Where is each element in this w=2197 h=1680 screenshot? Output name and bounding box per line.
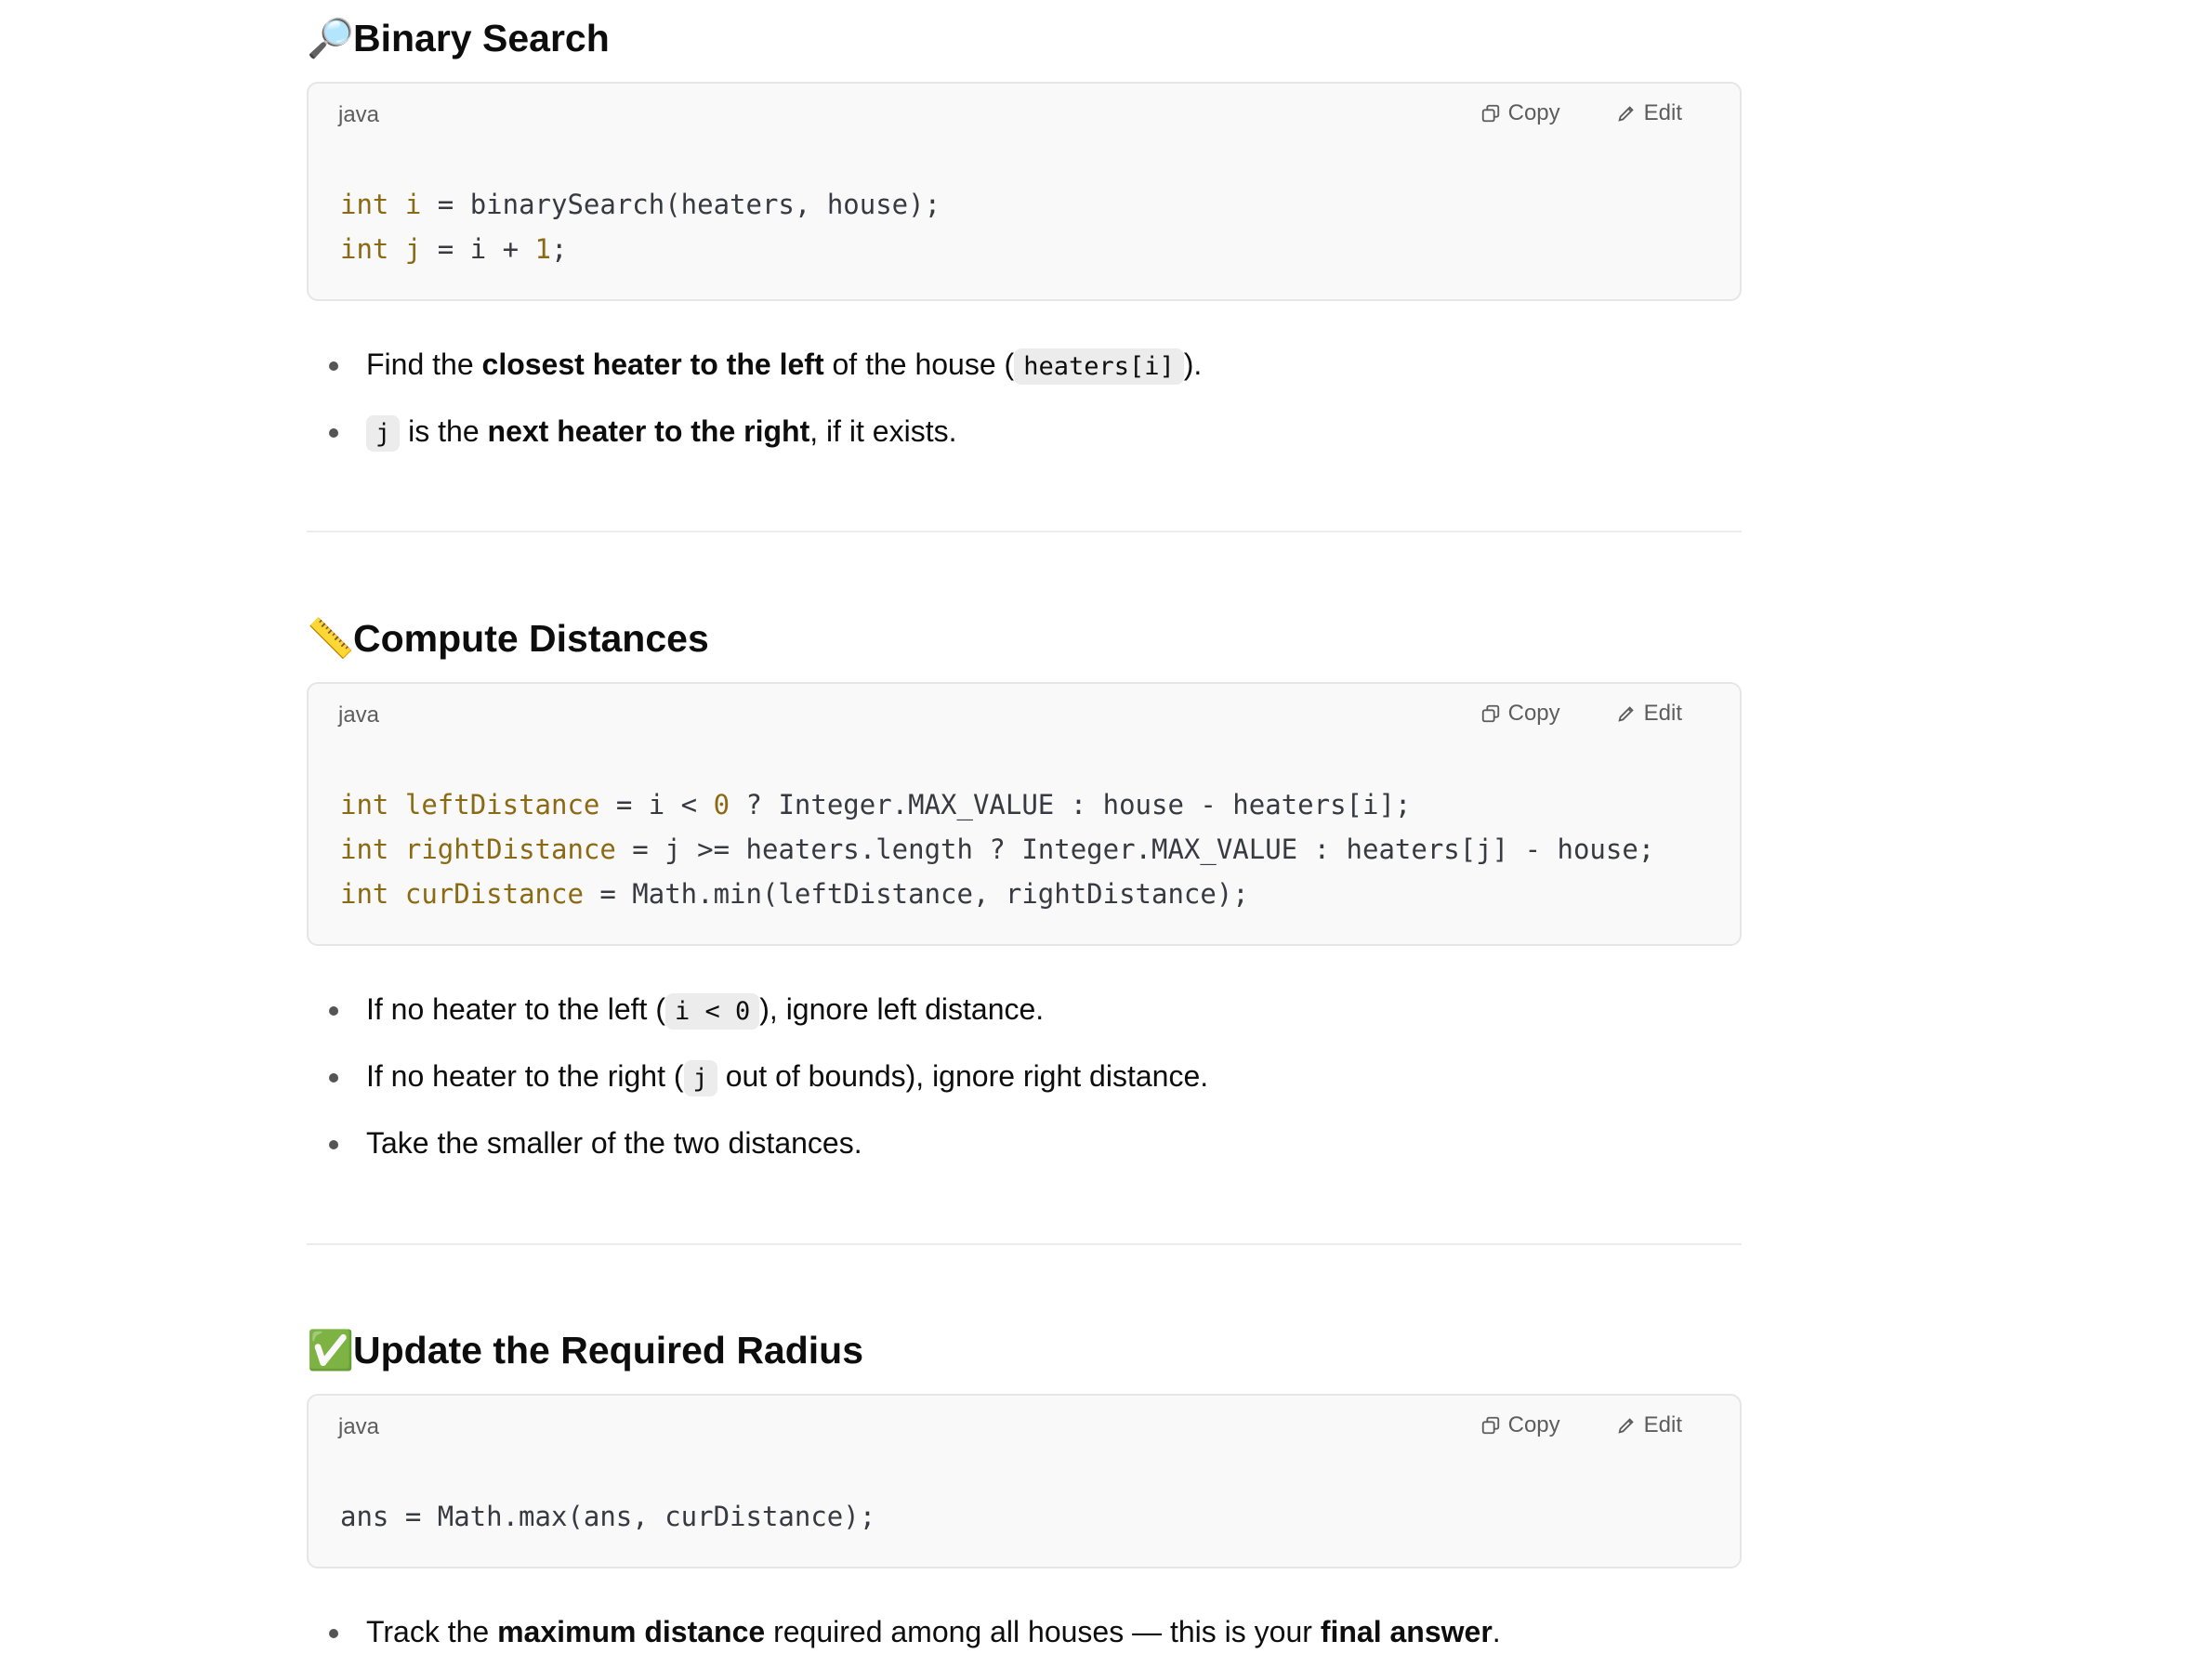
ruler-icon: 📏 [307, 617, 355, 660]
edit-label: Edit [1643, 1412, 1682, 1437]
code-content: int i = binarySearch(heaters, house); int… [340, 182, 941, 271]
copy-icon [1481, 104, 1499, 123]
check-mark-icon: ✅ [307, 1329, 355, 1372]
bullet-list: If no heater to the left (i < 0), ignore… [307, 991, 1208, 1191]
code-block: java Copy Edit int leftDistance = i < 0 … [307, 682, 1742, 946]
code-line: ans = Math.max(ans, curDistance); [340, 1501, 876, 1532]
bullet-list: Track the maximum distance required amon… [307, 1613, 1501, 1680]
copy-button[interactable]: Copy [1480, 100, 1560, 126]
bold-text: maximum distance [497, 1615, 766, 1648]
heading-text: Compute Distances [353, 617, 709, 660]
bold-text: final answer [1320, 1615, 1493, 1648]
list-item: If no heater to the left (i < 0), ignore… [307, 991, 1208, 1057]
section-heading: 🔎Binary Search [307, 15, 610, 61]
edit-label: Edit [1643, 701, 1682, 726]
list-item: Find the closest heater to the left of t… [307, 346, 1202, 413]
code-language-label: java [338, 1414, 380, 1439]
code-line: int i = binarySearch(heaters, house); [340, 189, 941, 220]
section-divider [307, 531, 1742, 532]
inline-code: j [683, 1060, 717, 1096]
inline-code: i < 0 [664, 993, 760, 1030]
bold-text: next heater to the right [487, 414, 810, 448]
pencil-icon [1618, 1418, 1634, 1434]
pencil-icon [1618, 706, 1634, 722]
code-language-label: java [338, 702, 380, 728]
edit-button[interactable]: Edit [1616, 1412, 1682, 1438]
code-block: java Copy Edit int i = binarySearch(heat… [307, 82, 1742, 301]
edit-button[interactable]: Edit [1616, 701, 1682, 727]
code-content: ans = Math.max(ans, curDistance); [340, 1494, 875, 1539]
list-item: Take the smaller of the two distances. [307, 1124, 1208, 1191]
code-block: java Copy Edit ans = Math.max(ans, curDi… [307, 1394, 1742, 1568]
section-heading: 📏Compute Distances [307, 615, 709, 662]
heading-text: Update the Required Radius [353, 1329, 864, 1372]
magnifier-icon: 🔎 [307, 17, 355, 59]
bullet-list: Find the closest heater to the left of t… [307, 346, 1202, 479]
copy-button[interactable]: Copy [1480, 701, 1560, 727]
heading-text: Binary Search [353, 17, 610, 59]
section-heading: ✅Update the Required Radius [307, 1327, 863, 1373]
edit-button[interactable]: Edit [1616, 100, 1682, 126]
copy-icon [1481, 1416, 1499, 1435]
section-divider [307, 1243, 1742, 1245]
inline-code: j [366, 415, 401, 452]
code-line: int rightDistance = j >= heaters.length … [340, 833, 1655, 865]
code-line: int leftDistance = i < 0 ? Integer.MAX_V… [340, 789, 1412, 820]
list-item: j is the next heater to the right, if it… [307, 413, 1202, 479]
inline-code: heaters[i] [1014, 348, 1184, 385]
list-item: If no heater to the right (j out of boun… [307, 1057, 1208, 1124]
code-content: int leftDistance = i < 0 ? Integer.MAX_V… [340, 782, 1654, 916]
copy-button[interactable]: Copy [1480, 1412, 1560, 1438]
edit-label: Edit [1643, 100, 1682, 125]
code-language-label: java [338, 102, 380, 127]
copy-icon [1481, 704, 1499, 723]
code-line: int j = i + 1; [340, 233, 568, 265]
pencil-icon [1618, 106, 1634, 122]
copy-label: Copy [1507, 100, 1560, 125]
bold-text: closest heater to the left [481, 348, 824, 381]
copy-label: Copy [1507, 1412, 1560, 1437]
list-item: Track the maximum distance required amon… [307, 1613, 1501, 1680]
code-line: int curDistance = Math.min(leftDistance,… [340, 878, 1249, 910]
copy-label: Copy [1507, 701, 1560, 726]
